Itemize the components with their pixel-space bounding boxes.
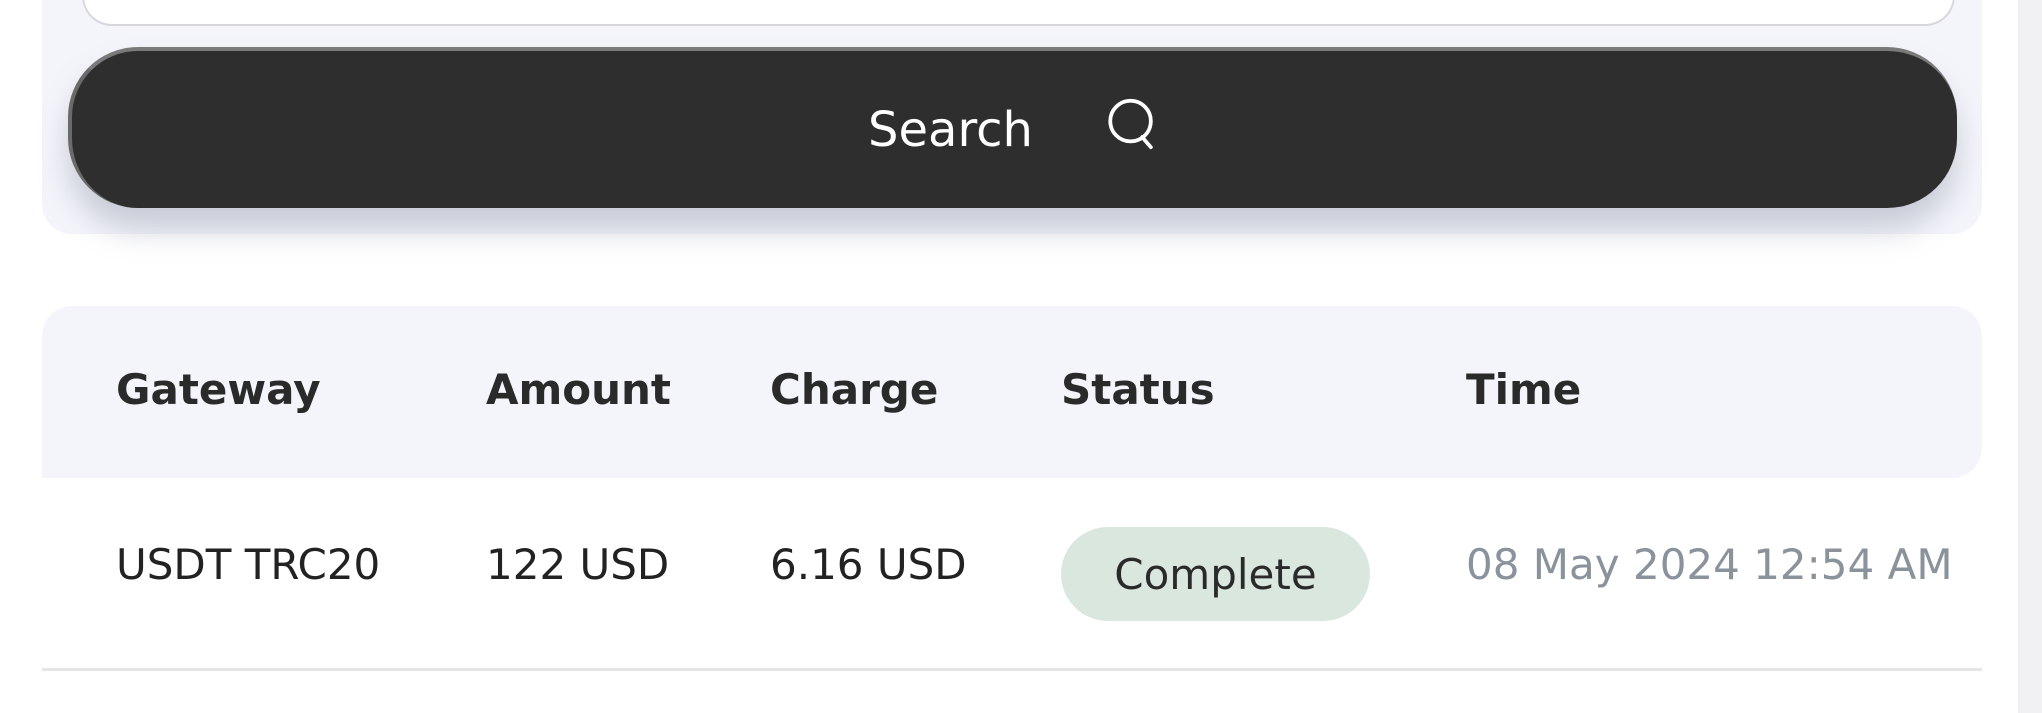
search-button[interactable]: Search — [68, 47, 1957, 208]
search-icon — [1103, 95, 1161, 165]
scrollbar[interactable] — [2018, 0, 2042, 713]
status-badge: Complete — [1061, 527, 1370, 621]
gateway-cell: USDT TRC20 — [116, 540, 381, 589]
search-input[interactable] — [82, 0, 1955, 26]
header-time: Time — [1466, 365, 1582, 414]
time-cell: 08 May 2024 12:54 AM — [1466, 540, 1953, 589]
amount-cell: 122 USD — [486, 540, 670, 589]
charge-cell: 6.16 USD — [770, 540, 967, 589]
search-button-label: Search — [868, 101, 1033, 158]
header-amount: Amount — [486, 365, 672, 414]
row-divider — [42, 668, 1982, 671]
header-gateway: Gateway — [116, 365, 321, 414]
header-charge: Charge — [770, 365, 939, 414]
header-status: Status — [1061, 365, 1215, 414]
table-header — [42, 306, 1982, 478]
